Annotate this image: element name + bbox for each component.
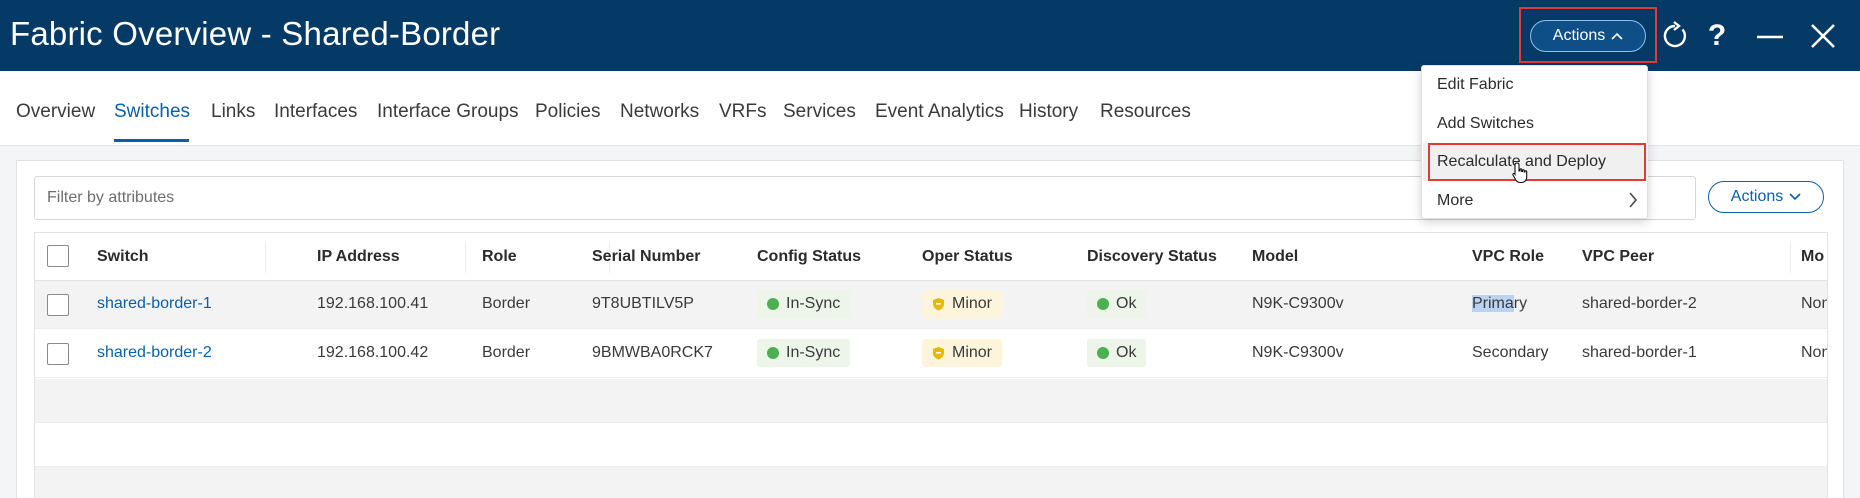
role-cell: Border [482, 295, 531, 312]
actions-dropdown-menu: Edit Fabric Add Switches Recalculate and… [1421, 65, 1648, 219]
column-header-switch[interactable]: Switch [97, 248, 149, 266]
config-status-text: In-Sync [786, 344, 841, 361]
tab-services[interactable]: Services [783, 101, 856, 123]
status-ok-icon [1097, 347, 1109, 359]
vpc-role-cell: Primary [1472, 295, 1527, 313]
ip-address-cell: 192.168.100.41 [317, 295, 429, 312]
table-row[interactable]: shared-border-2 192.168.100.42 Border 9B… [35, 330, 1827, 378]
column-header-role[interactable]: Role [482, 248, 517, 266]
empty-table-row [35, 379, 1827, 423]
table-header-row: Switch IP Address Role Serial Number Con… [35, 233, 1827, 281]
refresh-icon[interactable] [1657, 17, 1693, 55]
hand-cursor-icon [1512, 162, 1530, 184]
status-ok-icon [1097, 298, 1109, 310]
tab-switches[interactable]: Switches [114, 101, 190, 123]
menu-item-add-switches[interactable]: Add Switches [1437, 115, 1534, 133]
switch-name-link[interactable]: shared-border-2 [97, 344, 212, 362]
tab-networks[interactable]: Networks [620, 101, 699, 123]
tab-vrfs[interactable]: VRFs [719, 101, 767, 123]
recalculate-highlight-box [1428, 143, 1646, 181]
column-header-serial-number[interactable]: Serial Number [592, 248, 700, 266]
help-icon[interactable]: ? [1699, 17, 1735, 55]
role-cell: Border [482, 344, 531, 361]
page-title: Fabric Overview - Shared-Border [10, 15, 501, 52]
status-ok-icon [767, 298, 779, 310]
mode-cell: Non [1801, 295, 1828, 312]
config-status-text: In-Sync [786, 295, 841, 312]
discovery-status-text: Ok [1116, 295, 1137, 312]
serial-number-cell: 9BMWBA0RCK7 [592, 344, 713, 361]
tab-interface-groups[interactable]: Interface Groups [377, 101, 519, 123]
table-actions-label: Actions [1730, 188, 1784, 205]
switch-name-link[interactable]: shared-border-1 [97, 295, 212, 313]
tab-event-analytics[interactable]: Event Analytics [875, 101, 1004, 123]
column-header-model[interactable]: Model [1252, 248, 1298, 266]
table-row[interactable]: shared-border-1 192.168.100.41 Border 9T… [35, 281, 1827, 329]
shield-icon [932, 297, 945, 311]
column-header-mode[interactable]: Mo [1801, 248, 1824, 266]
tab-history[interactable]: History [1019, 101, 1078, 123]
mode-cell: Non [1801, 344, 1828, 361]
table-actions-button[interactable]: Actions [1708, 181, 1824, 213]
active-tab-underline [114, 139, 189, 142]
vpc-peer-cell: shared-border-1 [1582, 344, 1697, 361]
column-header-vpc-role[interactable]: VPC Role [1472, 248, 1544, 266]
column-divider [1790, 241, 1791, 273]
oper-status-badge: Minor [922, 290, 1003, 318]
chevron-up-icon [1611, 27, 1623, 45]
column-divider [265, 241, 266, 273]
discovery-status-badge: Ok [1087, 290, 1147, 318]
select-all-checkbox[interactable] [47, 245, 69, 267]
vpc-role-text: Secondary [1472, 344, 1549, 361]
tab-policies[interactable]: Policies [535, 101, 600, 123]
column-header-ip-address[interactable]: IP Address [317, 248, 400, 266]
minimize-icon[interactable] [1752, 17, 1788, 55]
fabric-header: Fabric Overview - Shared-Border Actions … [0, 0, 1860, 71]
row-checkbox[interactable] [47, 294, 69, 316]
tab-interfaces[interactable]: Interfaces [274, 101, 357, 123]
header-actions-label: Actions [1552, 27, 1606, 44]
discovery-status-badge: Ok [1087, 339, 1147, 367]
model-cell: N9K-C9300v [1252, 295, 1344, 312]
model-cell: N9K-C9300v [1252, 344, 1344, 361]
close-icon[interactable] [1805, 17, 1841, 55]
chevron-down-icon [1789, 188, 1801, 206]
row-checkbox[interactable] [47, 343, 69, 365]
chevron-right-icon [1629, 192, 1638, 213]
switches-table: Switch IP Address Role Serial Number Con… [34, 232, 1828, 498]
menu-item-edit-fabric[interactable]: Edit Fabric [1437, 76, 1513, 94]
vpc-role-selected-text: Prima [1472, 295, 1514, 312]
vpc-role-cell: Secondary [1472, 344, 1549, 362]
empty-table-row [35, 467, 1827, 498]
vpc-peer-cell: shared-border-2 [1582, 295, 1697, 312]
column-header-config-status[interactable]: Config Status [757, 248, 861, 266]
column-divider [465, 241, 466, 273]
menu-item-more[interactable]: More [1437, 192, 1473, 210]
tab-overview[interactable]: Overview [16, 101, 95, 123]
column-header-oper-status[interactable]: Oper Status [922, 248, 1013, 266]
oper-status-text: Minor [952, 344, 993, 361]
vpc-role-text: ry [1513, 295, 1528, 312]
shield-icon [932, 346, 945, 360]
discovery-status-text: Ok [1116, 344, 1137, 361]
ip-address-cell: 192.168.100.42 [317, 344, 429, 361]
empty-table-row [35, 423, 1827, 467]
status-ok-icon [767, 347, 779, 359]
tab-resources[interactable]: Resources [1100, 101, 1191, 123]
oper-status-badge: Minor [922, 339, 1003, 367]
column-header-discovery-status[interactable]: Discovery Status [1087, 248, 1217, 266]
help-glyph: ? [1707, 19, 1727, 52]
filter-placeholder: Filter by attributes [47, 189, 175, 206]
oper-status-text: Minor [952, 295, 993, 312]
tab-links[interactable]: Links [211, 101, 255, 123]
config-status-badge: In-Sync [757, 290, 851, 318]
config-status-badge: In-Sync [757, 339, 851, 367]
column-header-vpc-peer[interactable]: VPC Peer [1582, 248, 1654, 266]
serial-number-cell: 9T8UBTILV5P [592, 295, 694, 312]
header-actions-button[interactable]: Actions [1530, 20, 1646, 52]
